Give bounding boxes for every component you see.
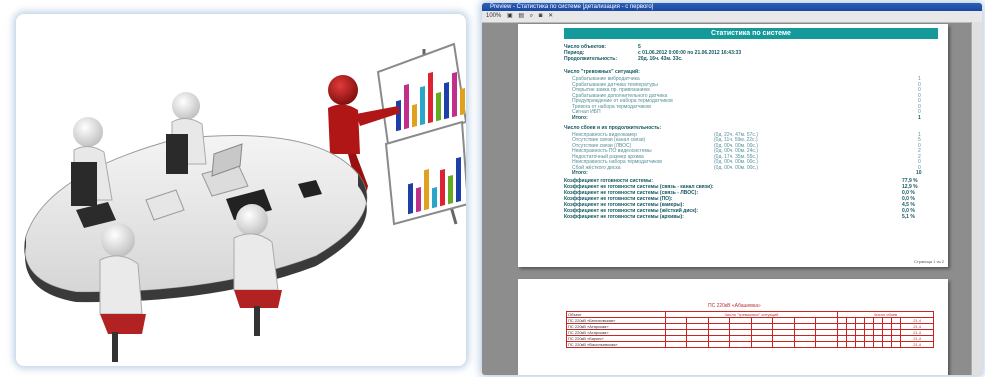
board-bar xyxy=(440,169,445,207)
board-bar xyxy=(444,82,449,120)
cell xyxy=(729,341,752,348)
board-bar xyxy=(404,84,409,130)
report-page-1: Статистика по системе Число объектов: 5 Пе… xyxy=(518,24,948,267)
board-bar xyxy=(436,92,441,122)
board-bar xyxy=(424,169,429,211)
faults-header: Число сбоев и их продолжительность: xyxy=(564,124,662,131)
faults-total-label: Итого: xyxy=(572,170,588,176)
cell xyxy=(882,341,893,348)
find-icon[interactable]: ◙ xyxy=(539,11,543,22)
board-bar xyxy=(396,100,401,132)
board-bar xyxy=(412,104,417,128)
board-bar xyxy=(416,187,421,213)
board-bar xyxy=(456,157,461,203)
cell xyxy=(772,341,795,348)
duration-value: 20д. 16ч. 43м. 33с. xyxy=(638,56,683,62)
cell xyxy=(845,341,856,348)
report-preview-window: Preview - Статистика по системе [детализ… xyxy=(482,3,982,375)
alarms-total: 1 xyxy=(918,114,921,121)
cell xyxy=(750,341,774,348)
report-page-2: ПС 220кВ «Абашевка» Объект Число "тревожн… xyxy=(518,279,948,375)
faults-total: 10 xyxy=(916,170,922,176)
preview-toolbar: 100% ▣ ▤ ⌕ ◙ ✕ xyxy=(482,11,982,23)
cell xyxy=(686,341,709,348)
objects-table: Объект Число "тревожных" ситуаций Число сб… xyxy=(566,311,935,348)
cell xyxy=(864,341,875,348)
alarms-total-label: Итого: xyxy=(572,114,588,121)
board-bar xyxy=(452,72,457,118)
window-title: Preview - Статистика по системе [детализ… xyxy=(482,3,982,11)
board-bar xyxy=(460,88,465,116)
report-title: Статистика по системе xyxy=(564,28,938,39)
duration-label: Продолжительность: xyxy=(564,56,617,62)
print-icon[interactable]: ▣ xyxy=(507,11,513,22)
search-icon[interactable]: ⌕ xyxy=(530,11,533,22)
zoom-button[interactable]: 100% xyxy=(486,11,501,22)
cell xyxy=(664,341,688,348)
cell xyxy=(854,341,866,348)
coefficient-cell: 21,4 xyxy=(900,341,934,348)
board-bar xyxy=(420,86,425,126)
coefficient-label: Коэффициент не готовности системы (архив… xyxy=(564,214,684,220)
group-title: ПС 220кВ «Абашевка» xyxy=(708,303,761,309)
alarms-header: Число "тревожных" ситуаций: xyxy=(564,69,640,75)
coefficient-value: 5,1 % xyxy=(902,214,915,220)
meeting-illustration-panel xyxy=(16,14,466,366)
object-name: ПС 220кВ «Васильевская» xyxy=(566,341,666,348)
board-bar xyxy=(432,187,437,209)
fault-duration: (0д. 00ч. 00м. 00с.) xyxy=(714,164,758,171)
cell xyxy=(891,341,902,348)
close-icon[interactable]: ✕ xyxy=(548,11,553,22)
save-icon[interactable]: ▤ xyxy=(518,11,524,22)
cell xyxy=(793,341,817,348)
board-bar xyxy=(428,72,433,124)
cell xyxy=(873,341,884,348)
meeting-illustration xyxy=(24,42,466,362)
page-number: Страница 1 из 2 xyxy=(914,259,944,264)
board-bar xyxy=(408,183,413,215)
cell xyxy=(707,341,731,348)
cell xyxy=(836,341,847,348)
cell xyxy=(815,341,838,348)
vertical-scrollbar[interactable] xyxy=(971,22,982,375)
table-row: ПС 220кВ «Васильевская» 21,4 xyxy=(566,341,934,348)
board-bar xyxy=(448,175,453,205)
